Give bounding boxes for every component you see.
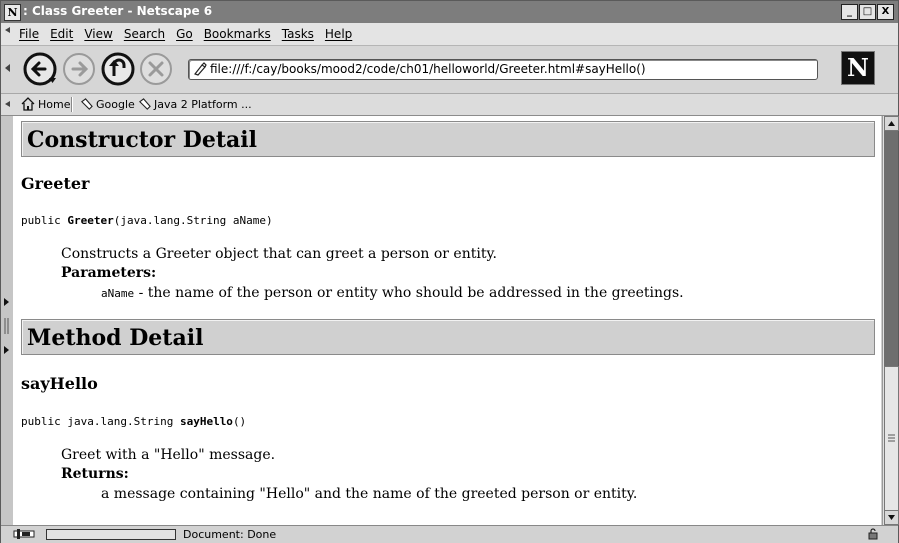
toolbar-grip-icon[interactable] xyxy=(4,97,11,112)
component-bar-icon[interactable] xyxy=(13,528,35,540)
reload-icon[interactable] xyxy=(101,52,135,86)
security-lock-icon[interactable] xyxy=(867,528,879,540)
menu-edit[interactable]: Edit xyxy=(50,27,73,41)
parameter-entry: aName - the name of the person or entity… xyxy=(101,285,684,301)
method-signature-prefix: public java.lang.String xyxy=(21,415,180,428)
netscape-app-icon[interactable]: N xyxy=(4,4,21,21)
personal-toolbar: Home Google Java 2 Platform ... xyxy=(1,94,898,116)
parameter-name: aName xyxy=(101,287,135,300)
title-bar: N : Class Greeter - Netscape 6 _ □ X xyxy=(1,1,898,23)
parameter-description: - the name of the person or entity who s… xyxy=(134,285,684,301)
toolbar-grip-icon[interactable] xyxy=(4,26,11,42)
menu-bookmarks[interactable]: Bookmarks xyxy=(204,27,271,41)
url-bar[interactable]: file:///f:/cay/books/mood2/code/ch01/hel… xyxy=(188,59,818,80)
menu-search[interactable]: Search xyxy=(124,27,165,41)
scrollbar-grip-icon xyxy=(888,434,895,442)
parameters-label: Parameters: xyxy=(61,265,157,281)
java-platform-bookmark[interactable]: Java 2 Platform ... xyxy=(138,96,252,112)
method-detail-header: Method Detail xyxy=(21,319,875,355)
constructor-signature-params: (java.lang.String aName) xyxy=(113,214,273,227)
progress-bar xyxy=(46,529,176,540)
menu-tasks[interactable]: Tasks xyxy=(282,27,314,41)
menu-help[interactable]: Help xyxy=(325,27,352,41)
home-bookmark[interactable]: Home xyxy=(21,96,70,112)
method-detail-title: Method Detail xyxy=(27,325,204,351)
status-text: Document: Done xyxy=(183,528,277,541)
browser-window: N : Class Greeter - Netscape 6 _ □ X Fil… xyxy=(0,0,899,543)
status-bar: Document: Done xyxy=(1,525,898,543)
constructor-name: Greeter xyxy=(21,174,90,193)
home-bookmark-label: Home xyxy=(38,97,71,111)
java-platform-bookmark-label: Java 2 Platform ... xyxy=(154,97,252,111)
google-bookmark[interactable]: Google xyxy=(80,96,135,112)
maximize-button[interactable]: □ xyxy=(859,4,876,20)
method-signature-name: sayHello xyxy=(179,415,233,428)
window-title: : Class Greeter - Netscape 6 xyxy=(23,4,213,18)
bookmark-link-icon xyxy=(139,97,151,110)
method-description: Greet with a "Hello" message. xyxy=(61,447,276,463)
netscape-logo[interactable]: N xyxy=(841,51,875,85)
url-text[interactable]: file:///f:/cay/books/mood2/code/ch01/hel… xyxy=(210,62,646,76)
back-icon[interactable] xyxy=(23,52,57,86)
page-content: Constructor Detail Greeter public Greete… xyxy=(13,116,881,525)
sidebar-toggle-icon[interactable] xyxy=(4,296,10,356)
menu-items: File Edit View Search Go Bookmarks Tasks… xyxy=(19,27,352,41)
constructor-signature-name: Greeter xyxy=(67,214,114,227)
menu-view[interactable]: View xyxy=(84,27,112,41)
constructor-detail-header: Constructor Detail xyxy=(21,121,875,157)
constructor-signature: public Greeter(java.lang.String aName) xyxy=(21,214,273,227)
scrollbar-thumb[interactable] xyxy=(884,366,899,512)
method-name: sayHello xyxy=(21,374,98,393)
toolbar-separator xyxy=(71,97,73,112)
forward-icon[interactable] xyxy=(62,52,96,86)
scroll-up-icon[interactable] xyxy=(884,116,899,131)
scroll-down-icon[interactable] xyxy=(884,510,899,525)
menu-go[interactable]: Go xyxy=(176,27,193,41)
constructor-detail-title: Constructor Detail xyxy=(27,127,258,153)
constructor-description: Constructs a Greeter object that can gre… xyxy=(61,246,497,262)
method-signature: public java.lang.String sayHello() xyxy=(21,415,246,428)
page-link-icon xyxy=(194,62,207,76)
scrollbar-track[interactable] xyxy=(884,131,898,366)
stop-icon[interactable] xyxy=(139,52,173,86)
constructor-signature-prefix: public xyxy=(21,214,68,227)
toolbar-grip-icon[interactable] xyxy=(4,52,11,88)
google-bookmark-label: Google xyxy=(96,97,135,111)
menu-bar: File Edit View Search Go Bookmarks Tasks… xyxy=(1,23,898,46)
window-controls: _ □ X xyxy=(841,4,894,20)
home-icon xyxy=(21,97,35,111)
returns-label: Returns: xyxy=(61,466,129,482)
navigation-toolbar: file:///f:/cay/books/mood2/code/ch01/hel… xyxy=(1,46,898,94)
menu-file[interactable]: File xyxy=(19,27,39,41)
close-button[interactable]: X xyxy=(877,4,894,20)
bookmark-link-icon xyxy=(81,97,93,110)
method-signature-params: () xyxy=(232,415,247,428)
returns-description: a message containing "Hello" and the nam… xyxy=(101,486,638,502)
minimize-button[interactable]: _ xyxy=(841,4,858,20)
vertical-scrollbar[interactable] xyxy=(882,116,899,525)
